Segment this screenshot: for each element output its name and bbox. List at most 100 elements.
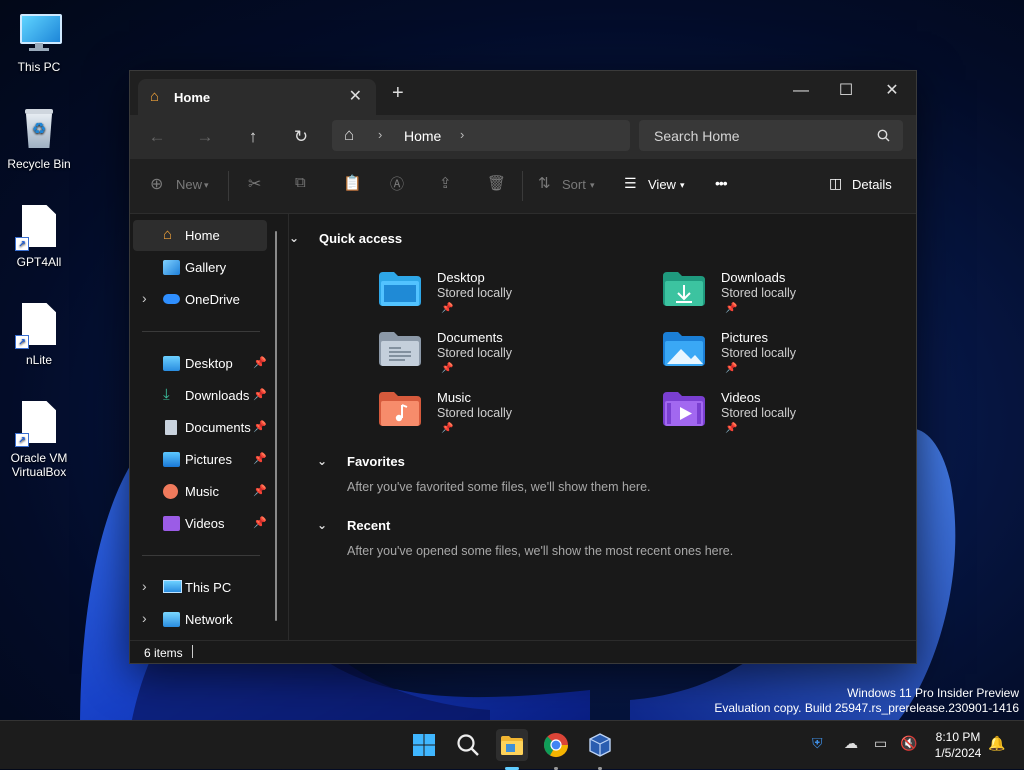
tab-label: Home (174, 90, 211, 105)
desktop-icon-label: Oracle VM VirtualBox (10, 451, 68, 479)
search-input[interactable]: Search Home (639, 120, 903, 151)
new-button[interactable]: New (176, 177, 202, 192)
forward-button[interactable]: → (190, 124, 220, 150)
expand-chevron-icon[interactable]: › (142, 578, 147, 594)
search-taskbar-button[interactable] (452, 729, 484, 761)
quick-access-documents[interactable]: Documents Stored locally 📌 (379, 330, 619, 386)
nav-item-music[interactable]: Music 📌 (133, 476, 267, 507)
nav-item-videos[interactable]: Videos 📌 (133, 508, 267, 539)
quick-access-videos[interactable]: Videos Stored locally 📌 (663, 390, 903, 446)
arrow-up-icon: ↑ (248, 127, 258, 146)
taskbar: ⛨ ☁ ▭ 🔇 8:10 PM 1/5/2024 🔔 (0, 720, 1024, 770)
nav-item-label: Music (185, 484, 219, 499)
file-explorer-taskbar-button[interactable] (496, 729, 528, 770)
minimize-button[interactable]: — (778, 76, 824, 106)
details-button[interactable]: Details (852, 177, 892, 192)
monitor-icon (163, 580, 182, 593)
desktop-icon-this-pc[interactable]: This PC (0, 10, 78, 74)
expand-chevron-icon[interactable]: › (142, 610, 147, 626)
virtualbox-icon (589, 733, 611, 757)
close-window-button[interactable]: ✕ (869, 76, 915, 106)
more-options-button[interactable]: ••• (715, 175, 728, 191)
tab-home[interactable]: ⌂ Home ✕ (138, 79, 376, 115)
section-title: Quick access (319, 231, 403, 246)
desktop-icon-virtualbox[interactable]: ↗ Oracle VM VirtualBox (0, 401, 78, 479)
shortcut-arrow-icon: ↗ (15, 335, 29, 349)
folder-icon (501, 736, 523, 755)
copy-button[interactable]: ⧉ (295, 174, 306, 191)
expand-chevron-icon[interactable]: › (142, 290, 147, 306)
watermark-line-1: Windows 11 Pro Insider Preview (847, 686, 1019, 700)
chevron-down-icon[interactable]: ⌄ (317, 518, 329, 532)
network-icon[interactable]: ▭ (874, 735, 887, 752)
download-icon: ⤓ (163, 386, 170, 403)
nav-item-downloads[interactable]: ⤓ Downloads 📌 (133, 380, 267, 411)
pin-icon: 📌 (441, 423, 454, 434)
back-button[interactable]: ← (142, 124, 172, 150)
chevron-down-icon[interactable]: ⌄ (317, 454, 329, 468)
quick-access-pictures[interactable]: Pictures Stored locally 📌 (663, 330, 903, 386)
desktop-icon-nlite[interactable]: ↗ nLite (0, 303, 78, 367)
item-name: Videos (721, 390, 761, 405)
sort-button[interactable]: Sort (562, 177, 586, 192)
section-quick-access[interactable]: ⌄ Quick access (289, 231, 403, 246)
videos-folder-icon (663, 392, 705, 426)
desktop-icon-recycle-bin[interactable]: ♻ Recycle Bin (0, 107, 78, 171)
nav-item-documents[interactable]: Documents 📌 (133, 412, 267, 443)
quick-access-downloads[interactable]: Downloads Stored locally 📌 (663, 270, 903, 326)
paste-button[interactable]: 📋 (343, 174, 362, 192)
section-favorites[interactable]: ⌄ Favorites (317, 454, 405, 469)
refresh-button[interactable]: ↻ (286, 124, 316, 150)
desktop-icon-gpt4all[interactable]: ↗ GPT4All (0, 205, 78, 269)
quick-access-music[interactable]: Music Stored locally 📌 (379, 390, 619, 446)
nav-scrollbar[interactable] (275, 231, 277, 621)
new-tab-button[interactable]: + (392, 83, 404, 103)
chrome-taskbar-button[interactable] (540, 729, 572, 770)
file-shortcut-icon: ↗ (15, 401, 61, 447)
maximize-button[interactable]: ☐ (823, 76, 869, 106)
close-tab-button[interactable]: ✕ (349, 86, 362, 106)
nav-item-this-pc[interactable]: › This PC (133, 572, 267, 603)
notification-bell-icon[interactable]: 🔔 (988, 735, 1005, 752)
quick-access-desktop[interactable]: Desktop Stored locally 📌 (379, 270, 619, 326)
onedrive-offline-icon[interactable]: ☁ (844, 735, 858, 752)
view-button[interactable]: View (648, 177, 676, 192)
up-button[interactable]: ↑ (238, 124, 268, 150)
chevron-down-icon[interactable]: ⌄ (289, 231, 301, 245)
nav-item-network[interactable]: › Network (133, 604, 267, 635)
item-count: 6 items (144, 646, 183, 660)
chevron-right-icon[interactable]: › (460, 127, 464, 142)
nav-item-pictures[interactable]: Pictures 📌 (133, 444, 267, 475)
shortcut-arrow-icon: ↗ (15, 237, 29, 251)
start-button[interactable] (408, 729, 440, 761)
cloud-icon (163, 294, 180, 304)
virtualbox-taskbar-button[interactable] (584, 729, 616, 770)
nav-item-desktop[interactable]: Desktop 📌 (133, 348, 267, 379)
details-pane-icon: ◫ (829, 175, 843, 191)
music-icon (163, 484, 178, 499)
item-location: Stored locally (721, 286, 797, 300)
section-title: Recent (347, 518, 391, 533)
status-divider (192, 645, 193, 658)
desktop-icon-label: Recycle Bin (7, 157, 71, 171)
section-recent[interactable]: ⌄ Recent (317, 518, 391, 533)
home-icon: ⌂ (150, 88, 160, 105)
nav-item-home[interactable]: ⌂ Home (133, 220, 267, 251)
pin-icon: 📌 (253, 421, 267, 433)
navigation-pane: ⌂ Home Gallery › OneDrive Desktop 📌 ⤓ Do… (130, 214, 286, 640)
cut-button[interactable]: ✂ (248, 174, 261, 194)
nav-item-gallery[interactable]: Gallery (133, 252, 267, 283)
nav-item-label: Home (185, 228, 220, 243)
search-icon (457, 734, 479, 756)
clock[interactable]: 8:10 PM 1/5/2024 (928, 729, 988, 761)
security-icon[interactable]: ⛨ (812, 735, 823, 752)
chevron-right-icon: › (378, 127, 383, 142)
nav-item-onedrive[interactable]: › OneDrive (133, 284, 267, 315)
volume-muted-icon[interactable]: 🔇 (900, 735, 917, 752)
delete-button[interactable]: 🗑 (487, 174, 506, 192)
address-bar: ← → ↑ ↻ ⌂ › Home › Search Home (130, 115, 916, 159)
rename-button[interactable]: Ⓐ (390, 174, 404, 194)
share-button[interactable]: ⇪ (439, 174, 452, 192)
breadcrumb[interactable]: ⌂ › Home › (332, 120, 630, 151)
breadcrumb-home[interactable]: Home (404, 128, 441, 144)
